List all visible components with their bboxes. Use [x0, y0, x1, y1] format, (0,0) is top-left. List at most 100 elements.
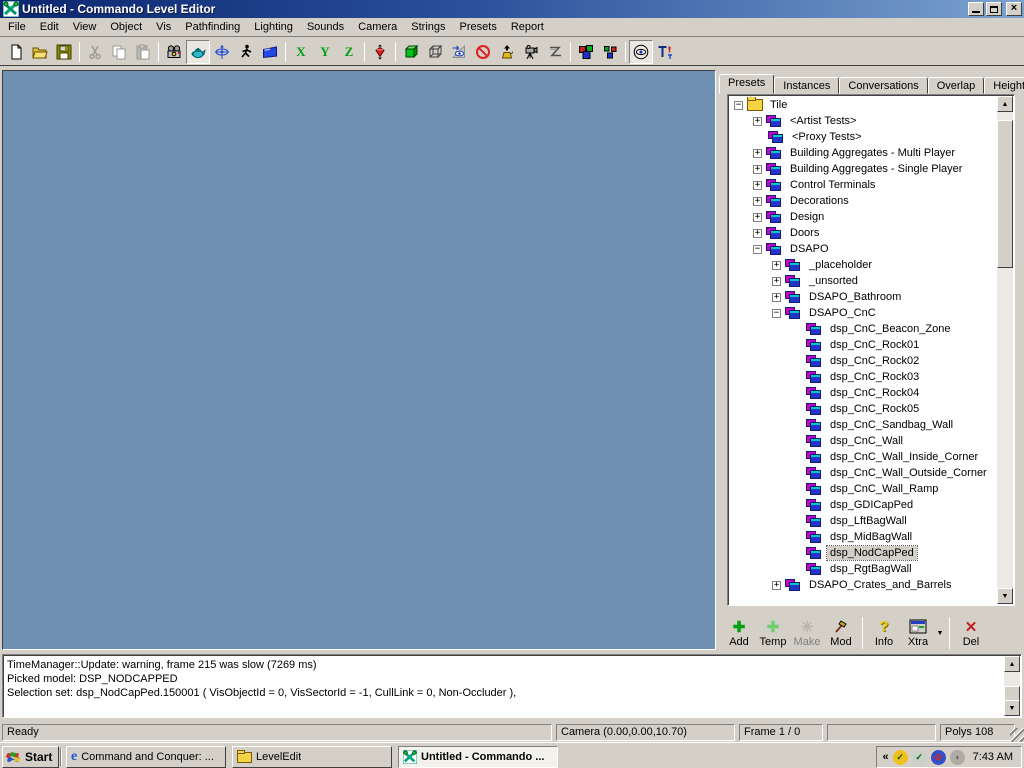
wireframe-view-button[interactable]	[423, 40, 447, 64]
xtra-dropdown-arrow[interactable]: ▼	[935, 614, 945, 652]
tree-item-label[interactable]: _unsorted	[806, 274, 861, 288]
menu-strings[interactable]: Strings	[404, 19, 452, 36]
log-scrollbar[interactable]: ▲ ▼	[1004, 656, 1020, 716]
tree-item[interactable]: + _placeholder	[730, 257, 996, 273]
tree-item[interactable]: −DSAPO_CnC	[730, 305, 996, 321]
plus-expander-icon[interactable]: +	[753, 213, 762, 222]
plus-expander-icon[interactable]: +	[772, 293, 781, 302]
menu-lighting[interactable]: Lighting	[247, 19, 300, 36]
tree-item-label[interactable]: DSAPO	[787, 242, 832, 256]
axis-y-button[interactable]: Y	[313, 40, 337, 64]
tree-item-label[interactable]: dsp_CnC_Rock05	[827, 402, 922, 416]
minimize-button[interactable]	[968, 2, 984, 16]
menu-pathfinding[interactable]: Pathfinding	[178, 19, 247, 36]
goto-object-button[interactable]	[495, 40, 519, 64]
tree-item[interactable]: dsp_CnC_Rock04	[730, 385, 996, 401]
menu-sounds[interactable]: Sounds	[300, 19, 351, 36]
tree-item[interactable]: dsp_CnC_Sandbag_Wall	[730, 417, 996, 433]
tree-item[interactable]: +Control Terminals	[730, 177, 996, 193]
ungroup-objects-button[interactable]	[598, 40, 622, 64]
plus-expander-icon[interactable]: +	[753, 197, 762, 206]
tree-item[interactable]: − DSAPO	[730, 241, 996, 257]
render-teapot-button[interactable]	[186, 40, 210, 64]
tree-item-label[interactable]: _placeholder	[806, 258, 875, 272]
plus-expander-icon[interactable]: +	[753, 117, 762, 126]
tree-item-label[interactable]: Building Aggregates - Single Player	[787, 162, 965, 176]
tree-item-label[interactable]: <Proxy Tests>	[789, 130, 865, 144]
tray-chevron-icon[interactable]: «	[883, 751, 889, 763]
menu-presets[interactable]: Presets	[453, 19, 504, 36]
task-command-and-conquer[interactable]: e Command and Conquer: ...	[66, 746, 226, 768]
tree-item-label[interactable]: dsp_GDICapPed	[827, 498, 916, 512]
viewport[interactable]	[2, 70, 716, 650]
output-log[interactable]: TimeManager::Update: warning, frame 215 …	[2, 654, 1022, 718]
waterfall-button[interactable]	[258, 40, 282, 64]
close-button[interactable]: ×	[1006, 2, 1022, 16]
tree-item[interactable]: dsp_GDICapPed	[730, 497, 996, 513]
tab-presets[interactable]: Presets	[719, 74, 774, 94]
tree-item-label[interactable]: Design	[787, 210, 827, 224]
tree-item[interactable]: dsp_LftBagWall	[730, 513, 996, 529]
tree-item-label[interactable]: dsp_RgtBagWall	[827, 562, 915, 576]
tree-item[interactable]: dsp_CnC_Rock02	[730, 353, 996, 369]
tree-item[interactable]: dsp_CnC_Rock05	[730, 401, 996, 417]
update-check-icon[interactable]: ✓	[893, 750, 908, 765]
drop-object-button[interactable]	[368, 40, 392, 64]
minus-expander-icon[interactable]: −	[753, 245, 762, 254]
tree-item[interactable]: dsp_CnC_Wall_Inside_Corner	[730, 449, 996, 465]
tree-item-label[interactable]: DSAPO_Bathroom	[806, 290, 904, 304]
tree-item-label[interactable]: DSAPO_Crates_and_Barrels	[806, 578, 954, 592]
tree-item-label[interactable]: <Artist Tests>	[787, 114, 859, 128]
xtra-button[interactable]: Xtra	[901, 614, 935, 652]
save-file-button[interactable]	[52, 40, 76, 64]
plus-expander-icon[interactable]: +	[772, 581, 781, 590]
vis-camera-button[interactable]	[447, 40, 471, 64]
menu-camera[interactable]: Camera	[351, 19, 404, 36]
tree-item-label[interactable]: dsp_LftBagWall	[827, 514, 910, 528]
tree-item[interactable]: + Decorations	[730, 193, 996, 209]
camera-settings-button[interactable]	[519, 40, 543, 64]
temp-button[interactable]: ✚ Temp	[756, 614, 790, 652]
plus-expander-icon[interactable]: +	[753, 165, 762, 174]
tree-item-label[interactable]: dsp_CnC_Wall_Inside_Corner	[827, 450, 981, 464]
task-commando-editor[interactable]: Untitled - Commando ...	[398, 746, 558, 768]
plus-expander-icon[interactable]: +	[753, 181, 762, 190]
front-camera-button[interactable]	[162, 40, 186, 64]
tab-conversations[interactable]: Conversations	[839, 77, 927, 94]
scroll-down-icon[interactable]: ▼	[997, 588, 1013, 604]
resize-grip[interactable]	[1010, 728, 1024, 742]
plus-expander-icon[interactable]: +	[772, 261, 781, 270]
tree-item[interactable]: + Design	[730, 209, 996, 225]
paste-button[interactable]	[131, 40, 155, 64]
tree-item[interactable]: dsp_CnC_Rock03	[730, 369, 996, 385]
scroll-thumb[interactable]	[997, 120, 1013, 268]
tree-item-label[interactable]: dsp_CnC_Rock03	[827, 370, 922, 384]
menu-view[interactable]: View	[66, 19, 104, 36]
axis-z-button[interactable]: Z	[337, 40, 361, 64]
certificate-check-icon[interactable]: ✓	[912, 750, 927, 765]
plus-expander-icon[interactable]: +	[772, 277, 781, 286]
axis-x-button[interactable]: X	[289, 40, 313, 64]
tree-item-label[interactable]: dsp_CnC_Wall_Outside_Corner	[827, 466, 990, 480]
copy-button[interactable]	[107, 40, 131, 64]
del-button[interactable]: ✕ Del	[954, 614, 988, 652]
add-button[interactable]: ✚ Add	[722, 614, 756, 652]
tree-item[interactable]: dsp_CnC_Rock01	[730, 337, 996, 353]
menu-report[interactable]: Report	[504, 19, 551, 36]
menu-vis[interactable]: Vis	[149, 19, 178, 36]
tree-item-label[interactable]: dsp_CnC_Wall	[827, 434, 906, 448]
tree-item-label[interactable]: Tile	[767, 98, 790, 112]
tree-item[interactable]: dsp_RgtBagWall	[730, 561, 996, 577]
tree-item-label[interactable]: dsp_MidBagWall	[827, 530, 915, 544]
tree-item-label[interactable]: dsp_CnC_Beacon_Zone	[827, 322, 953, 336]
tree-item[interactable]: −Tile	[730, 97, 996, 113]
tree-item-label[interactable]: Decorations	[787, 194, 852, 208]
tree-item-label[interactable]: dsp_CnC_Rock02	[827, 354, 922, 368]
menu-edit[interactable]: Edit	[33, 19, 66, 36]
maximize-button[interactable]	[986, 2, 1002, 16]
tab-overlap[interactable]: Overlap	[928, 77, 985, 94]
tree-item[interactable]: dsp_CnC_Wall_Outside_Corner	[730, 465, 996, 481]
tree-item[interactable]: + _unsorted	[730, 273, 996, 289]
tree-scrollbar[interactable]: ▲ ▼	[997, 96, 1013, 604]
scroll-up-icon[interactable]: ▲	[997, 96, 1013, 112]
